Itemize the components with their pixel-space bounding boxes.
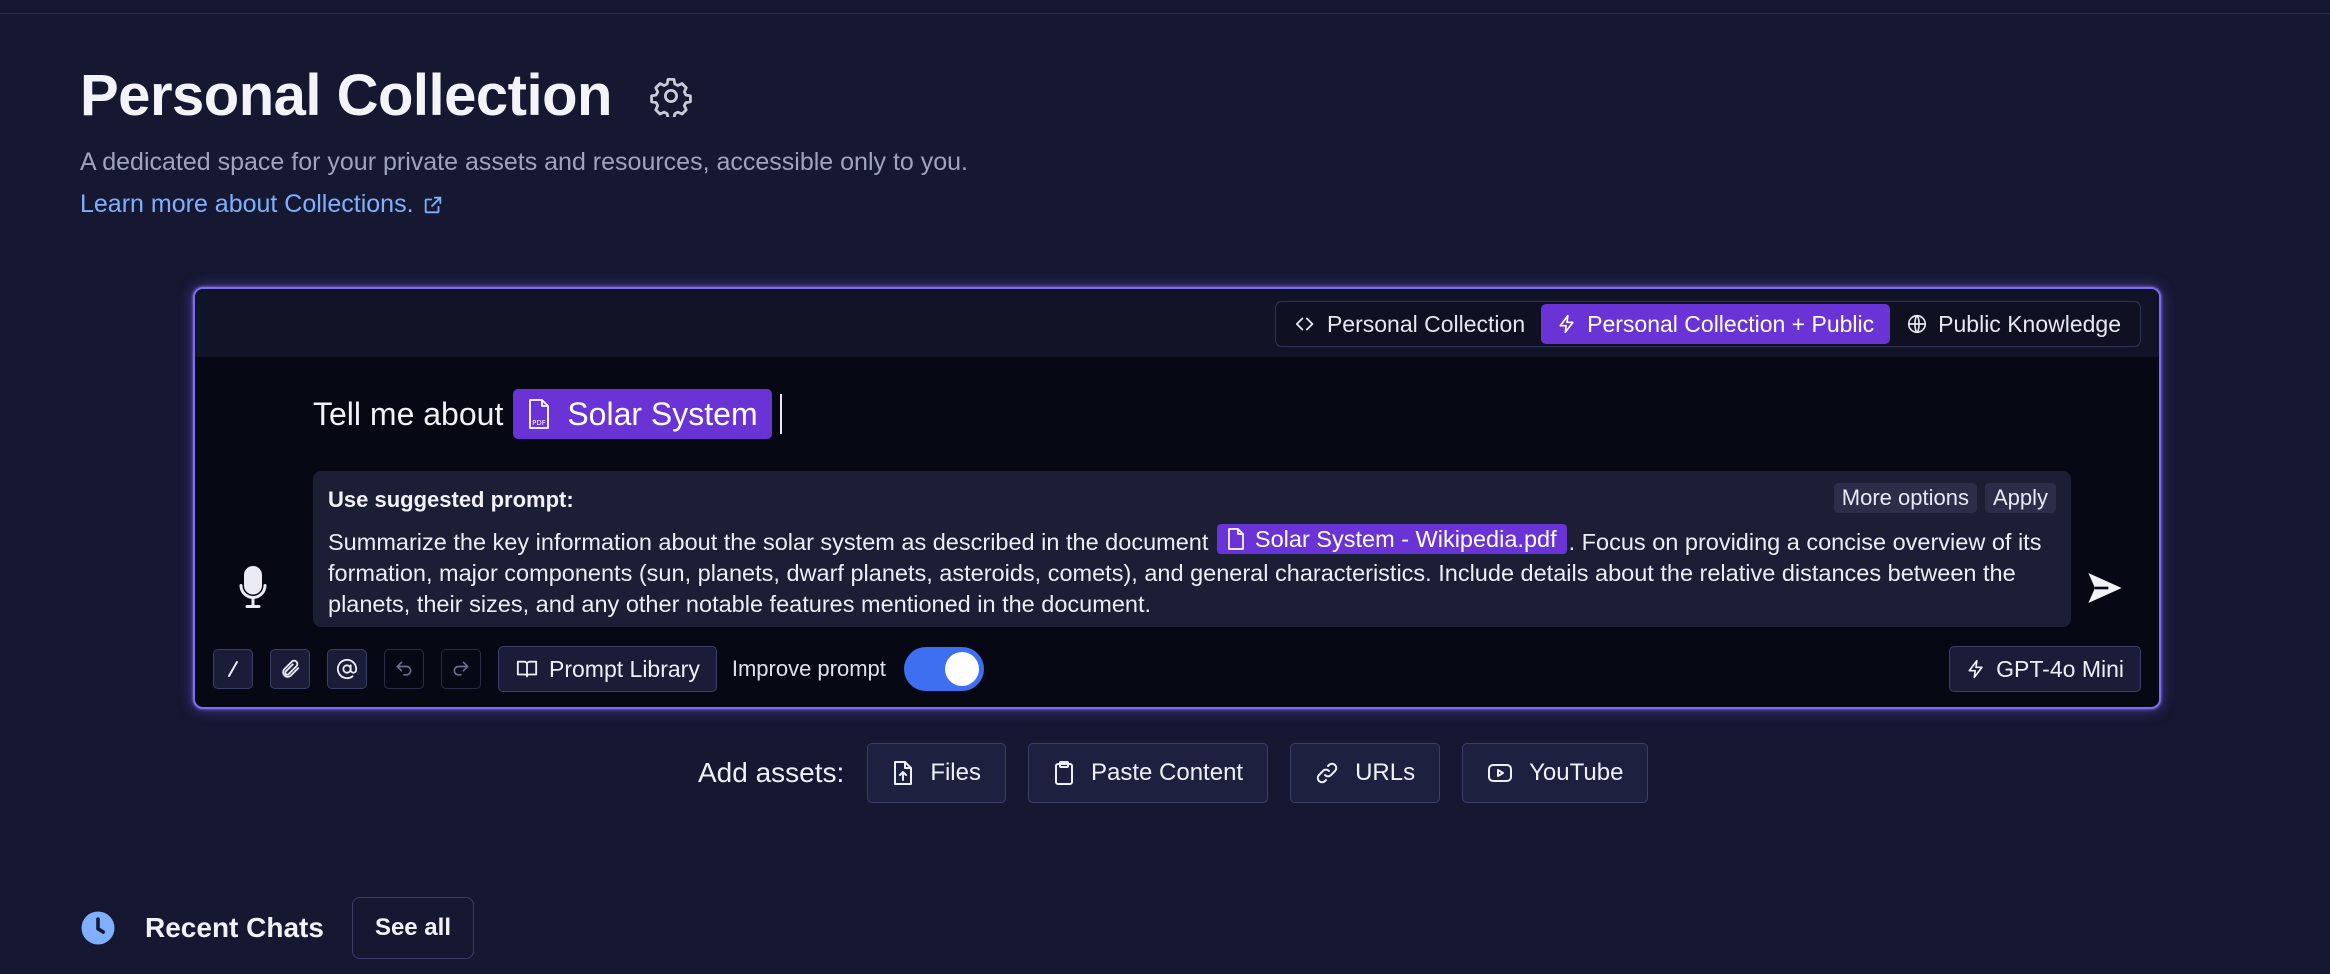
youtube-icon <box>1488 764 1513 782</box>
at-sign-icon <box>336 658 358 680</box>
top-divider <box>0 13 2330 14</box>
add-assets-label: Add assets: <box>698 757 845 788</box>
page-subtitle: A dedicated space for your private asset… <box>80 148 968 176</box>
header: Personal Collection <box>80 62 694 129</box>
paste-content-button[interactable]: Paste Content <box>1027 743 1269 803</box>
file-mention-chip[interactable]: PDF Solar System <box>513 389 772 439</box>
see-all-button[interactable]: See all <box>351 897 474 959</box>
lightning-icon <box>1559 314 1574 334</box>
scope-public-knowledge[interactable]: Public Knowledge <box>1890 304 2137 344</box>
improve-prompt-label: Improve prompt <box>731 656 886 681</box>
recent-chats-section: Recent Chats See all <box>80 897 474 959</box>
clock-icon <box>81 911 115 945</box>
knowledge-scope-selector: Personal Collection Personal Collection … <box>1274 301 2141 347</box>
microphone-icon[interactable] <box>233 561 273 613</box>
learn-more-label: Learn more about Collections. <box>80 190 414 218</box>
undo-button[interactable] <box>384 649 424 689</box>
toggle-knob <box>944 652 979 686</box>
lightning-icon <box>1968 659 1983 679</box>
text-caret <box>779 394 782 434</box>
suggested-text-before: Summarize the key information about the … <box>328 529 1209 555</box>
page-title: Personal Collection <box>80 63 612 128</box>
scope-personal-collection[interactable]: Personal Collection <box>1279 304 1541 344</box>
add-assets-bar: Add assets: Files Paste Content URLs You… <box>698 743 1670 803</box>
file-icon <box>1228 528 1244 550</box>
chat-composer: Personal Collection Personal Collection … <box>193 287 2161 709</box>
pdf-file-icon: PDF <box>529 399 550 429</box>
scope-public-knowledge-label: Public Knowledge <box>1938 310 2121 337</box>
apply-button[interactable]: Apply <box>1984 483 2056 513</box>
suggested-prompt-label: Use suggested prompt: <box>328 487 574 512</box>
slash-command-button[interactable] <box>213 649 253 689</box>
suggested-prompt-panel: Use suggested prompt: More options Apply… <box>313 471 2071 627</box>
more-options-button[interactable]: More options <box>1833 483 1977 513</box>
prompt-library-label: Prompt Library <box>549 655 700 682</box>
svg-text:PDF: PDF <box>533 419 547 427</box>
clipboard-icon <box>1054 761 1073 785</box>
add-urls-label: URLs <box>1355 759 1416 786</box>
undo-icon <box>396 661 412 676</box>
scope-personal-collection-public-label: Personal Collection + Public <box>1587 310 1875 337</box>
prompt-library-button[interactable]: Prompt Library <box>498 646 717 692</box>
redo-button[interactable] <box>441 649 481 689</box>
settings-gear-icon[interactable] <box>648 73 694 119</box>
code-chevrons-icon <box>1295 317 1314 331</box>
file-upload-icon <box>894 761 913 785</box>
slash-icon <box>228 661 238 677</box>
add-youtube-button[interactable]: YouTube <box>1462 743 1649 803</box>
document-chip-label: Solar System - Wikipedia.pdf <box>1254 525 1557 552</box>
paperclip-icon <box>282 659 300 678</box>
improve-prompt-toggle[interactable] <box>903 647 984 691</box>
globe-icon <box>1908 314 1927 334</box>
document-chip[interactable]: Solar System - Wikipedia.pdf <box>1216 524 1567 554</box>
suggested-prompt-text: Summarize the key information about the … <box>328 524 2058 620</box>
redo-icon <box>453 661 469 676</box>
add-files-label: Files <box>930 759 981 786</box>
composer-header: Personal Collection Personal Collection … <box>195 289 2159 357</box>
attach-button[interactable] <box>270 649 310 689</box>
model-selector-button[interactable]: GPT-4o Mini <box>1949 646 2141 692</box>
recent-chats-title: Recent Chats <box>145 912 324 943</box>
add-urls-button[interactable]: URLs <box>1290 743 1441 803</box>
scope-personal-collection-public[interactable]: Personal Collection + Public <box>1541 304 1891 344</box>
add-youtube-label: YouTube <box>1529 759 1624 786</box>
paste-content-label: Paste Content <box>1090 759 1244 786</box>
send-icon[interactable] <box>2081 564 2129 612</box>
external-link-icon <box>424 196 441 213</box>
scope-personal-collection-label: Personal Collection <box>1326 310 1526 337</box>
book-open-icon <box>516 660 538 678</box>
link-icon <box>1316 762 1338 784</box>
file-mention-label: Solar System <box>567 395 758 432</box>
learn-more-link[interactable]: Learn more about Collections. <box>80 190 444 219</box>
model-label: GPT-4o Mini <box>1996 655 2124 682</box>
suggested-prompt-actions: More options Apply <box>1833 483 2056 513</box>
composer-toolbar: Prompt Library Improve prompt GPT-4o Min… <box>213 646 2141 692</box>
mention-button[interactable] <box>327 649 367 689</box>
prompt-prefix: Tell me about <box>313 395 504 432</box>
add-files-button[interactable]: Files <box>867 743 1006 803</box>
prompt-input[interactable]: Tell me about PDF Solar System <box>313 389 782 439</box>
